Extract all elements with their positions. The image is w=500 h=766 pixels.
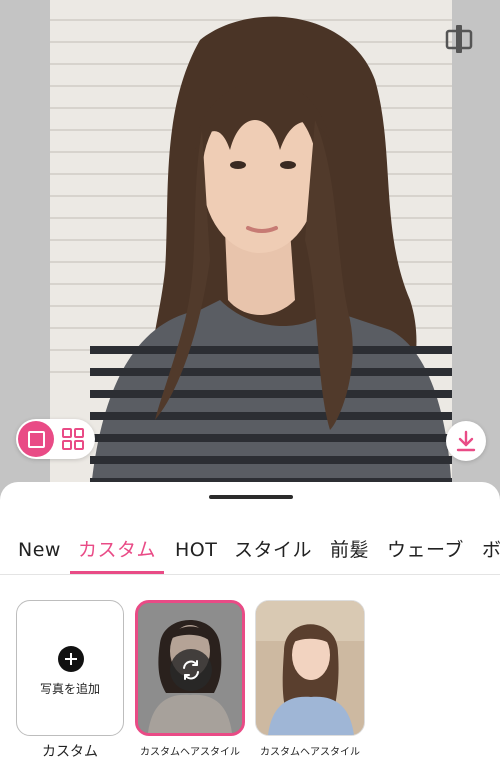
custom-tile-caption: カスタム xyxy=(42,744,98,760)
style-bottom-sheet: New カスタム HOT スタイル 前髪 ウェーブ ボ 写真を追加 カスタム カ… xyxy=(0,482,500,766)
tab-custom[interactable]: カスタム xyxy=(78,534,156,570)
grid-view-icon[interactable] xyxy=(60,426,86,452)
compare-split-icon[interactable] xyxy=(442,22,476,56)
preview-area xyxy=(0,0,500,500)
style-thumbnail-2 xyxy=(256,601,364,735)
single-view-icon[interactable] xyxy=(18,421,54,457)
style-tile-1-caption: カスタムヘアスタイル xyxy=(140,747,240,758)
tab-style[interactable]: スタイル xyxy=(234,534,312,570)
tab-wave[interactable]: ウェーブ xyxy=(387,534,464,570)
view-mode-toggle xyxy=(16,419,95,459)
download-icon xyxy=(456,430,476,452)
tab-more[interactable]: ボ xyxy=(482,534,500,570)
custom-style-tile[interactable] xyxy=(255,600,365,736)
download-button[interactable] xyxy=(446,421,486,461)
custom-style-tile-selected[interactable] xyxy=(135,600,245,736)
category-tabs: New カスタム HOT スタイル 前髪 ウェーブ ボ xyxy=(0,534,500,575)
refresh-icon[interactable] xyxy=(170,649,212,691)
tab-new[interactable]: New xyxy=(18,534,61,570)
plus-icon xyxy=(58,646,84,672)
style-tile-2-caption: カスタムヘアスタイル xyxy=(260,747,360,758)
app-screen: New カスタム HOT スタイル 前髪 ウェーブ ボ 写真を追加 カスタム カ… xyxy=(0,0,500,766)
preview-photo xyxy=(50,0,452,500)
active-tab-indicator xyxy=(70,571,164,574)
tab-hot[interactable]: HOT xyxy=(175,534,217,570)
add-photo-label: 写真を追加 xyxy=(39,682,100,696)
tab-bangs[interactable]: 前髪 xyxy=(330,534,369,570)
add-photo-tile[interactable]: 写真を追加 xyxy=(16,600,124,736)
sheet-drag-handle[interactable] xyxy=(209,495,293,499)
